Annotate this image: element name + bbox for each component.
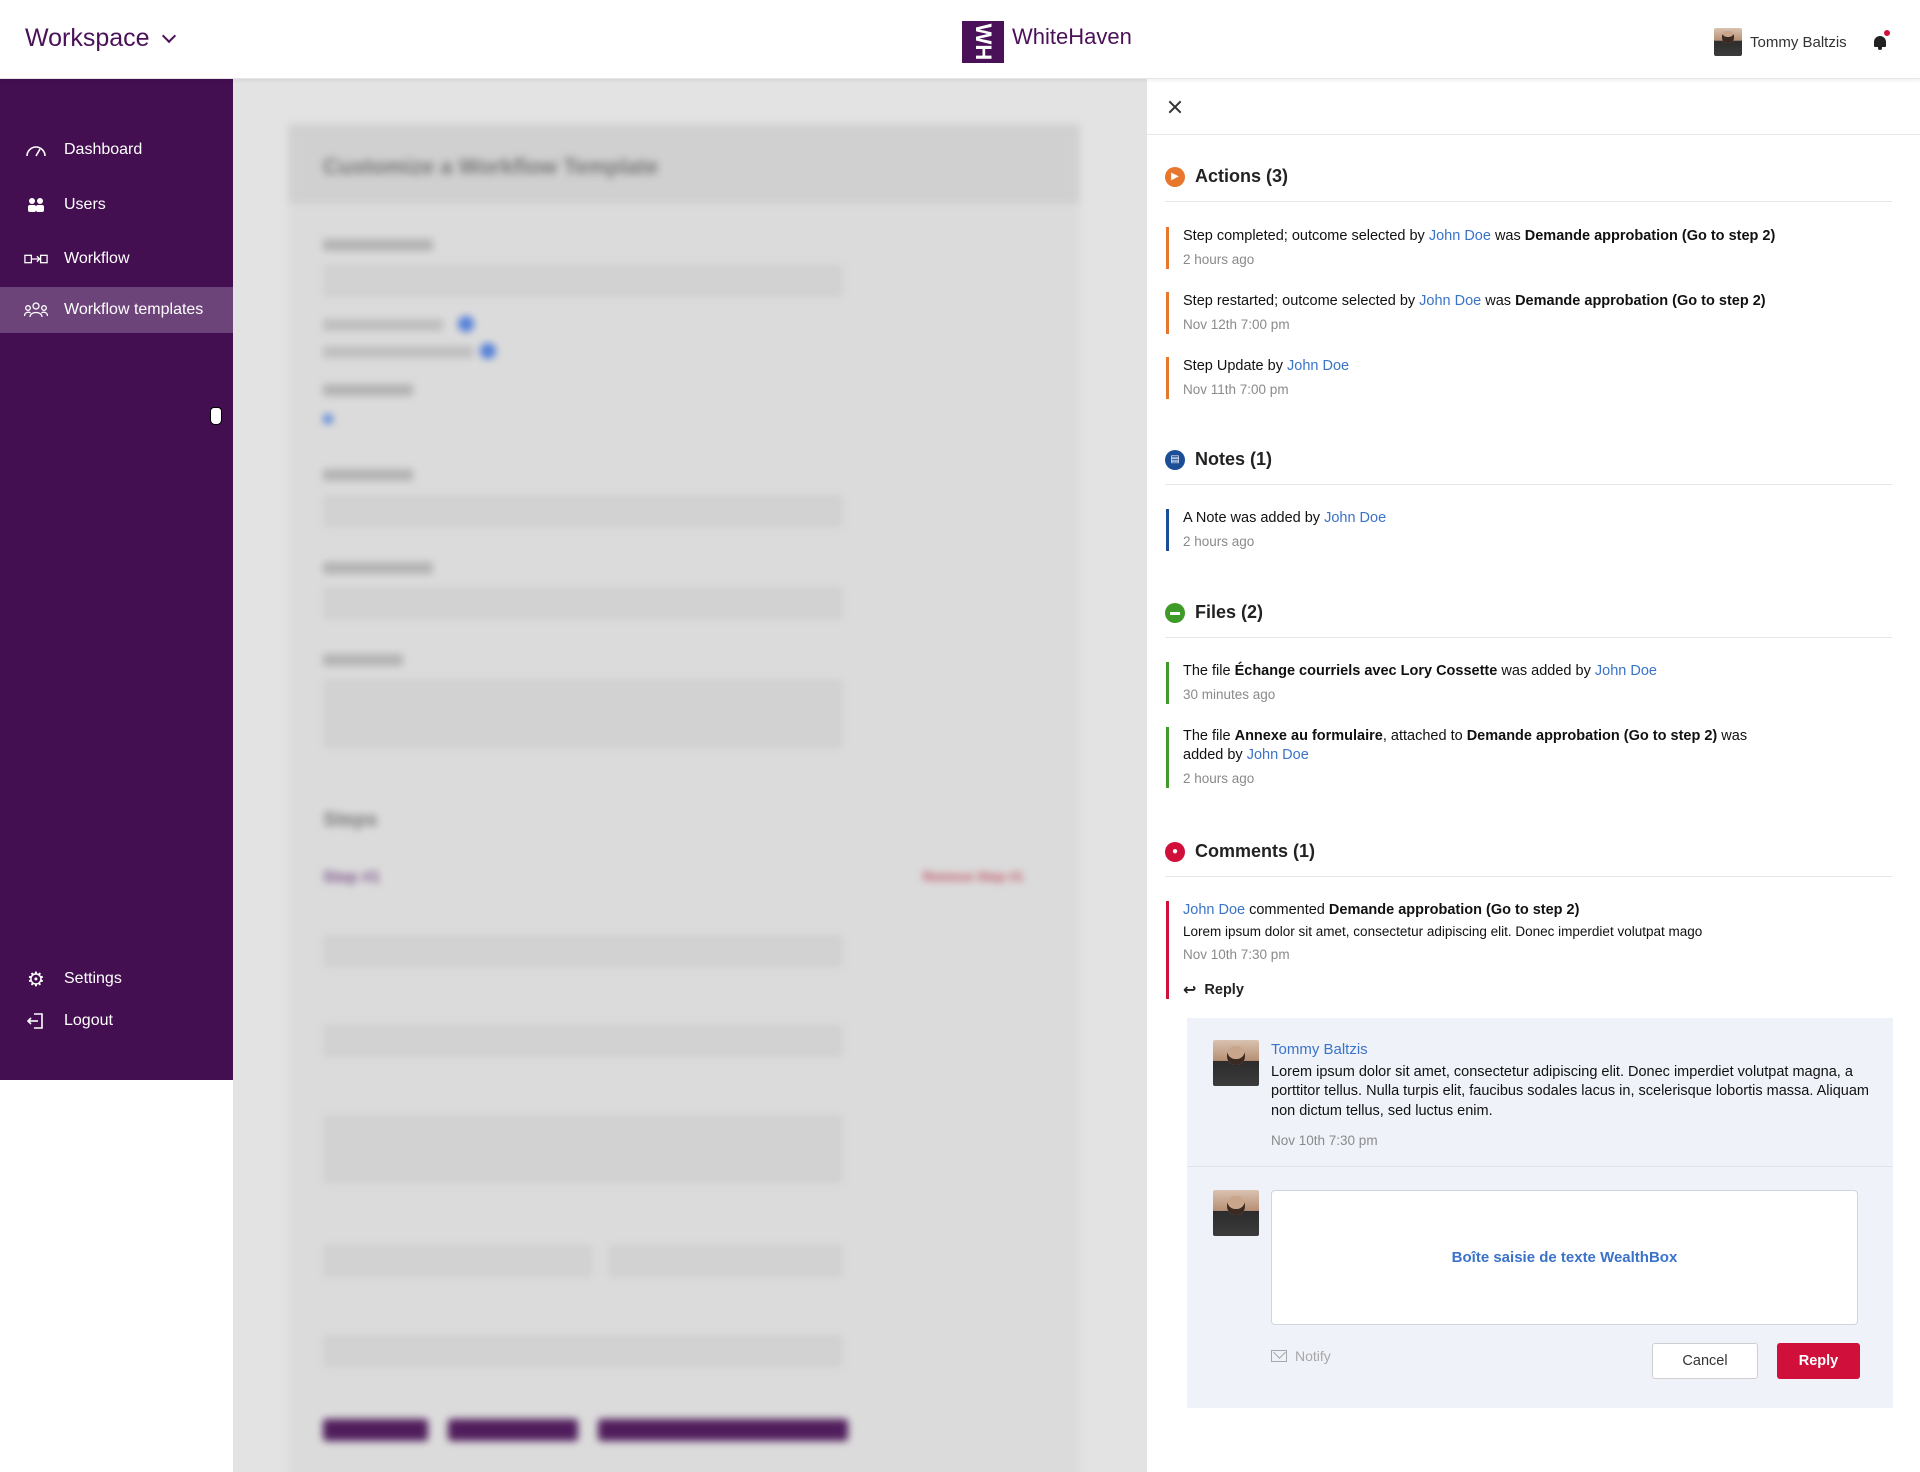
note-icon: ▤ <box>1165 449 1185 470</box>
sidebar-item-workflow[interactable]: Workflow <box>0 236 233 282</box>
comment-entry: John Doe commented Demande approbation (… <box>1166 901 1866 999</box>
logo: WH WhiteHaven <box>962 21 1132 63</box>
bell-icon[interactable] <box>1873 30 1890 50</box>
files-title: Files (2) <box>1195 602 1264 622</box>
reply-text: Lorem ipsum dolor sit amet, consectetur … <box>1271 1063 1869 1119</box>
avatar <box>1714 28 1742 56</box>
sidebar-item-label: Workflow templates <box>64 301 204 318</box>
actions-title: Actions (3) <box>1195 166 1289 186</box>
file-entry: The file Annexe au formulaire, attached … <box>1166 727 1806 788</box>
sidebar-item-label: Settings <box>64 970 122 987</box>
cancel-button[interactable]: Cancel <box>1652 1343 1758 1379</box>
divider <box>1187 1166 1893 1167</box>
file-name[interactable]: Échange courriels avec Lory Cossette <box>1235 663 1498 679</box>
files-section-header: ▬ Files (2) <box>1165 602 1892 638</box>
timestamp: 30 minutes ago <box>1183 687 1276 702</box>
activity-panel: ▶ Actions (3) Step completed; outcome se… <box>1146 79 1920 1472</box>
note-entry: A Note was added by John Doe 2 hours ago <box>1166 509 1386 551</box>
timestamp: Nov 11th 7:00 pm <box>1183 382 1289 397</box>
timestamp: Nov 12th 7:00 pm <box>1183 317 1290 332</box>
workflow-icon <box>24 250 48 268</box>
group-icon <box>24 301 48 319</box>
workspace-label: Workspace <box>25 24 150 52</box>
user-name: Tommy Baltzis <box>1750 33 1847 51</box>
notification-dot <box>1884 30 1890 36</box>
comments-title: Comments (1) <box>1195 841 1316 861</box>
notify-toggle[interactable]: Notify <box>1271 1348 1331 1364</box>
reply-item: Tommy Baltzis Lorem ipsum dolor sit amet… <box>1213 1040 1881 1151</box>
sidebar-item-settings[interactable]: ⚙ Settings <box>0 956 233 1002</box>
sidebar-item-label: Users <box>64 196 106 213</box>
timestamp: Nov 10th 7:30 pm <box>1271 1133 1378 1148</box>
user-link[interactable]: John Doe <box>1419 293 1481 309</box>
modal-backdrop[interactable] <box>233 79 1146 1472</box>
user-link[interactable]: John Doe <box>1595 663 1657 679</box>
close-icon[interactable] <box>1167 99 1183 115</box>
reply-button[interactable]: Reply <box>1777 1343 1860 1379</box>
timestamp: 2 hours ago <box>1183 534 1255 549</box>
users-icon <box>24 196 48 214</box>
mouse-cursor-icon <box>210 407 222 425</box>
sidebar-item-label: Workflow <box>64 250 130 267</box>
chevron-down-icon <box>161 28 176 44</box>
reply-thread: Tommy Baltzis Lorem ipsum dolor sit amet… <box>1187 1018 1893 1408</box>
comment-icon: ● <box>1165 841 1185 862</box>
file-name[interactable]: Annexe au formulaire <box>1235 728 1383 744</box>
sidebar-item-workflow-templates[interactable]: Workflow templates <box>0 287 233 333</box>
timestamp: 2 hours ago <box>1183 252 1255 267</box>
action-entry: Step restarted; outcome selected by John… <box>1166 292 1766 334</box>
avatar <box>1213 1190 1259 1236</box>
notes-title: Notes (1) <box>1195 449 1273 469</box>
notes-section-header: ▤ Notes (1) <box>1165 449 1892 485</box>
avatar <box>1213 1040 1259 1086</box>
sidebar-item-label: Logout <box>64 1012 113 1029</box>
timestamp: Nov 10th 7:30 pm <box>1183 947 1290 962</box>
logout-icon <box>24 1012 48 1030</box>
sidebar-item-label: Dashboard <box>64 141 143 158</box>
reply-arrow-icon: ↩ <box>1183 982 1197 999</box>
sidebar: Dashboard Users Workflow Workflow templa… <box>0 79 233 1080</box>
sidebar-item-logout[interactable]: Logout <box>0 998 233 1044</box>
reply-link[interactable]: ↩ Reply <box>1183 980 1244 1000</box>
sidebar-item-dashboard[interactable]: Dashboard <box>0 127 233 173</box>
logo-mark: WH <box>962 21 1004 63</box>
timestamp: 2 hours ago <box>1183 771 1255 786</box>
folder-icon: ▬ <box>1165 602 1185 623</box>
file-entry: The file Échange courriels avec Lory Cos… <box>1166 662 1657 704</box>
gauge-icon <box>24 141 48 159</box>
actions-section-header: ▶ Actions (3) <box>1165 166 1892 202</box>
envelope-icon <box>1271 1350 1287 1362</box>
user-link[interactable]: John Doe <box>1287 358 1349 374</box>
user-link[interactable]: John Doe <box>1183 902 1245 918</box>
play-icon: ▶ <box>1165 166 1185 187</box>
user-link[interactable]: John Doe <box>1247 747 1309 763</box>
action-entry: Step Update by John Doe Nov 11th 7:00 pm <box>1166 357 1349 399</box>
action-entry: Step completed; outcome selected by John… <box>1166 227 1775 269</box>
workspace-switcher[interactable]: Workspace <box>25 24 176 53</box>
reply-text-input[interactable]: Boîte saisie de texte WealthBox <box>1271 1190 1858 1325</box>
comment-text: Lorem ipsum dolor sit amet, consectetur … <box>1183 924 1703 939</box>
top-bar: Workspace WH WhiteHaven Tommy Baltzis <box>0 0 1920 79</box>
gear-icon: ⚙ <box>27 968 45 991</box>
panel-header <box>1147 79 1920 135</box>
comments-section-header: ● Comments (1) <box>1165 841 1892 877</box>
sidebar-item-users[interactable]: Users <box>0 182 233 228</box>
reply-author-link[interactable]: Tommy Baltzis <box>1271 1040 1881 1060</box>
user-menu[interactable]: Tommy Baltzis <box>1714 28 1847 56</box>
logo-text: WhiteHaven <box>1012 24 1132 49</box>
user-link[interactable]: John Doe <box>1429 228 1491 244</box>
user-link[interactable]: John Doe <box>1324 510 1386 526</box>
